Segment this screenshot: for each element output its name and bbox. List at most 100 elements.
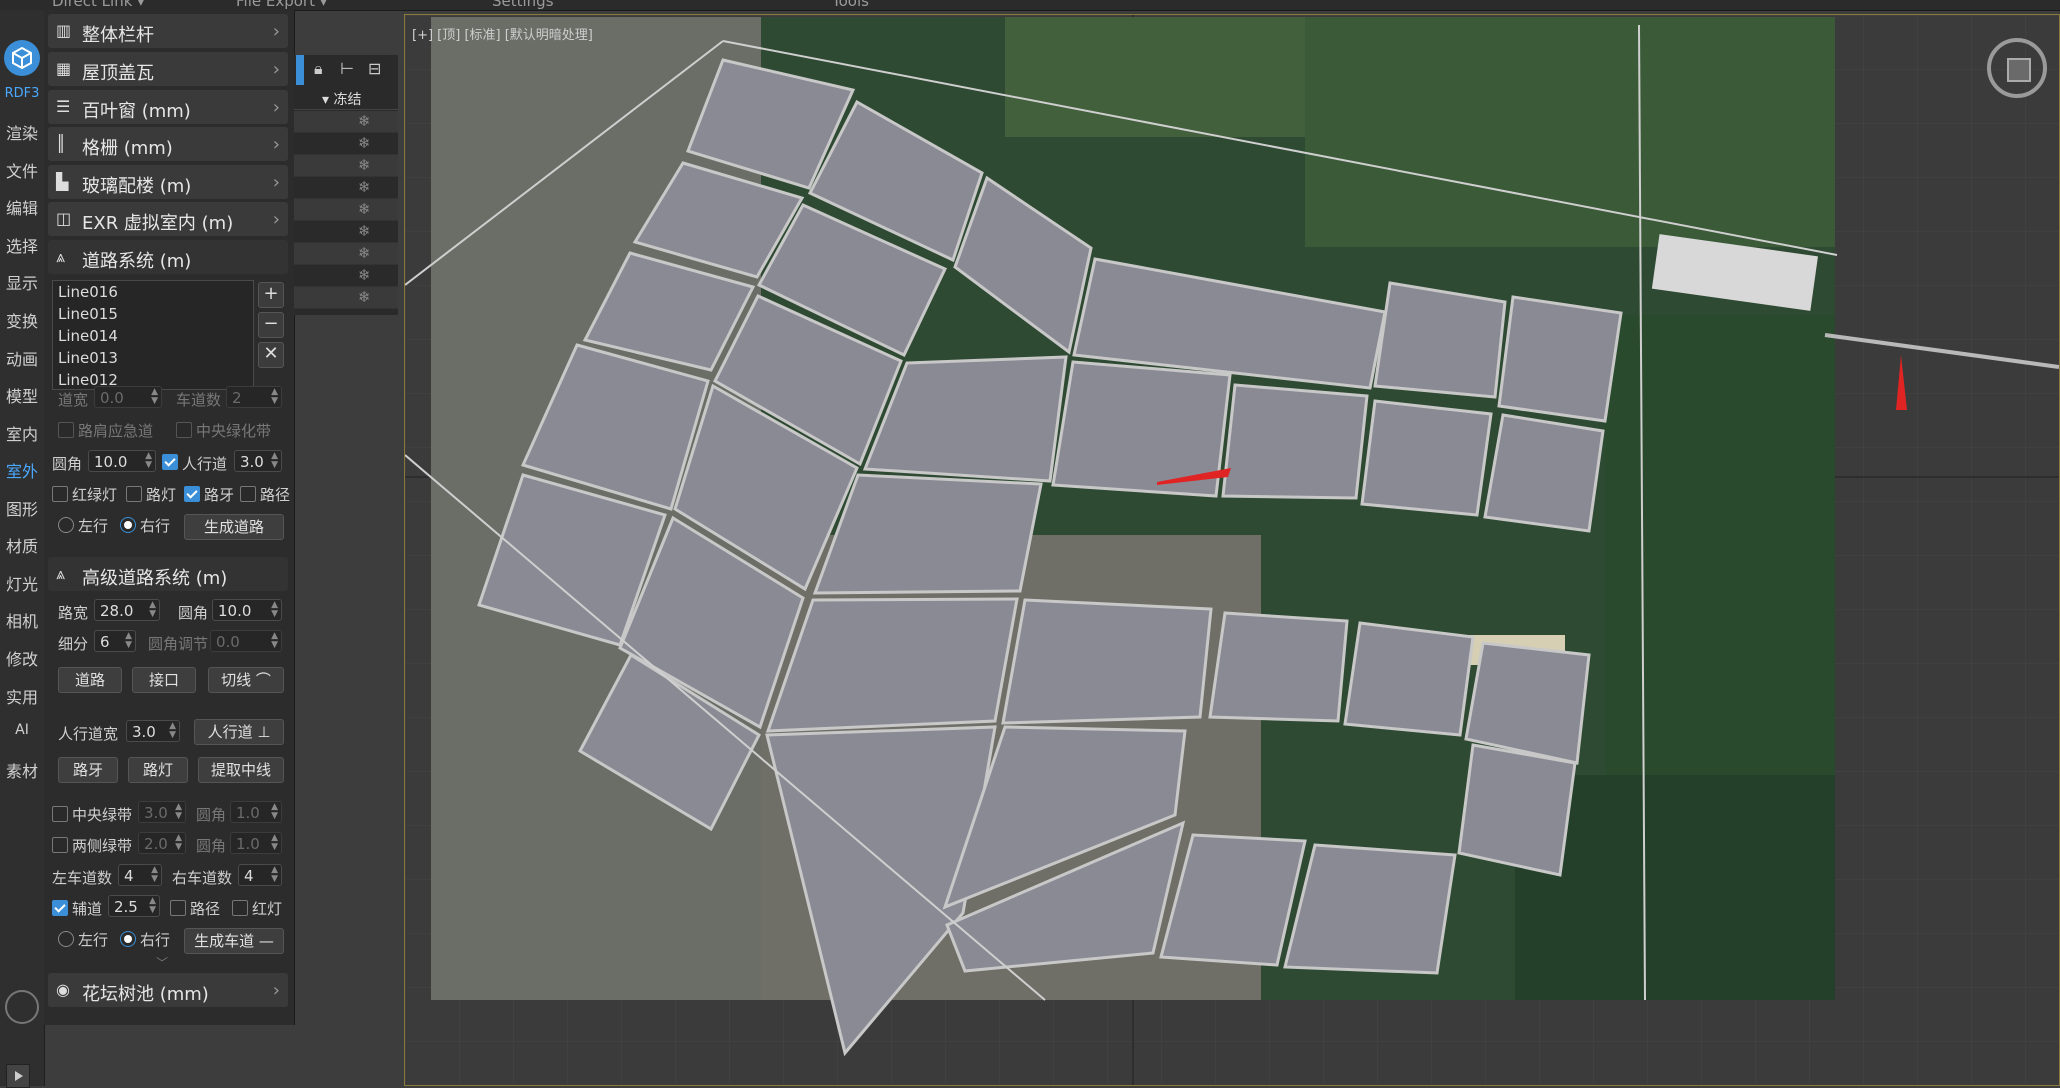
snowflake-icon[interactable]: ❄ — [358, 244, 371, 262]
snowflake-icon[interactable]: ❄ — [358, 288, 371, 306]
strip-item-modify[interactable]: 修改 — [0, 646, 44, 670]
viewport-canvas[interactable] — [405, 15, 2059, 1085]
strip-item-select[interactable]: 选择 — [0, 233, 44, 257]
snowflake-icon[interactable]: ❄ — [358, 156, 371, 174]
list-item[interactable]: Line016 — [53, 281, 253, 303]
snowflake-icon[interactable]: ❄ — [358, 112, 371, 130]
side-belt-checkbox[interactable] — [52, 837, 68, 853]
right-lanes-field[interactable]: 4 ▲ ▼ — [238, 864, 282, 886]
strip-item-exterior[interactable]: 室外 — [0, 458, 44, 482]
layer-row[interactable]: ❄ — [294, 221, 398, 243]
section-road-system[interactable]: ⩓ 道路系统 (m) — [48, 240, 288, 274]
layer-row[interactable]: ❄ — [294, 265, 398, 287]
menu-tools[interactable]: Tools — [832, 0, 869, 10]
section-glass-annex[interactable]: ▙ 玻璃配楼 (m) › — [48, 165, 288, 199]
strip-item-interior[interactable]: 室内 — [0, 421, 44, 445]
joint-button[interactable]: 接口 — [132, 667, 196, 693]
remove-line-button[interactable]: − — [258, 312, 284, 338]
layer-row[interactable]: ❄ — [294, 287, 398, 309]
clear-lines-button[interactable]: ✕ — [258, 342, 284, 368]
road-width-field[interactable]: 0.0 ▲ ▼ — [94, 386, 162, 408]
lanes-field[interactable]: 2 ▲ ▼ — [226, 386, 282, 408]
road-line-list[interactable]: Line016 Line015 Line014 Line013 Line012 — [52, 280, 254, 390]
section-roof-tile[interactable]: ▦ 屋顶盖瓦 › — [48, 52, 288, 86]
list-item[interactable]: Line015 — [53, 303, 253, 325]
list-item[interactable]: Line014 — [53, 325, 253, 347]
layer-row[interactable]: ❄ — [294, 133, 398, 155]
hierarchy-icon[interactable]: ⊢ — [340, 59, 354, 78]
corner-adjust-field[interactable]: 0.0 ▲ ▼ — [210, 630, 282, 652]
layer-row[interactable]: ❄ — [294, 199, 398, 221]
side-corner-field[interactable]: 1.0 ▲ ▼ — [230, 832, 282, 854]
adv-path-checkbox[interactable] — [170, 900, 186, 916]
strip-item-animation[interactable]: 动画 — [0, 346, 44, 370]
median-belt-checkbox[interactable] — [52, 806, 68, 822]
section-louver[interactable]: ☰ 百叶窗 (mm) › — [48, 90, 288, 124]
aux-road-field[interactable]: 2.5 ▲ ▼ — [108, 895, 160, 917]
gear-icon[interactable] — [5, 990, 39, 1024]
strip-item-transform[interactable]: 变换 — [0, 308, 44, 332]
section-advanced-road[interactable]: ⩓ 高级道路系统 (m) — [48, 557, 288, 591]
viewport-top[interactable] — [404, 14, 2060, 1086]
collapse-chevron-icon[interactable]: ﹀ — [156, 954, 168, 971]
left-lanes-field[interactable]: 4 ▲ ▼ — [118, 864, 162, 886]
path-checkbox[interactable] — [240, 486, 256, 502]
generate-lanes-button[interactable]: 生成车道 — — [184, 928, 284, 954]
layer-row[interactable]: ❄ — [294, 111, 398, 133]
strip-item-edit[interactable]: 编辑 — [0, 195, 44, 219]
menu-settings[interactable]: Settings — [492, 0, 554, 10]
strip-item-shape[interactable]: 图形 — [0, 496, 44, 520]
lock-icon[interactable]: 🔒︎ — [314, 59, 323, 79]
snowflake-icon[interactable]: ❄ — [358, 266, 371, 284]
section-exr-interior[interactable]: ◫ EXR 虚拟室内 (m) › — [48, 202, 288, 236]
snowflake-icon[interactable]: ❄ — [358, 178, 371, 196]
layer-row[interactable]: ❄ — [294, 177, 398, 199]
add-line-button[interactable]: + — [258, 282, 284, 308]
snowflake-icon[interactable]: ❄ — [358, 200, 371, 218]
median-belt-field[interactable]: 3.0 ▲ ▼ — [138, 801, 186, 823]
snowflake-icon[interactable]: ❄ — [358, 134, 371, 152]
snowflake-icon[interactable]: ❄ — [358, 222, 371, 240]
aux-road-checkbox[interactable] — [52, 900, 68, 916]
extract-centerline-button[interactable]: 提取中线 — [198, 757, 284, 783]
section-flower-bed[interactable]: ◉ 花坛树池 (mm) › — [48, 973, 288, 1007]
strip-item-material[interactable]: 材质 — [0, 533, 44, 557]
street-light-checkbox[interactable] — [126, 486, 142, 502]
strip-item-ai[interactable]: AI — [0, 722, 44, 738]
right-drive-radio[interactable] — [120, 517, 136, 533]
strip-item-assets[interactable]: 素材 — [0, 758, 44, 782]
shoulder-checkbox[interactable] — [58, 422, 74, 438]
viewcube-compass-icon[interactable] — [1987, 38, 2047, 98]
sidewalk-checkbox[interactable] — [162, 454, 178, 470]
freeze-column-header[interactable]: ▾ 冻结 — [322, 89, 361, 109]
menu-file-export[interactable]: File Export ▾ — [236, 0, 327, 10]
strip-item-model[interactable]: 模型 — [0, 383, 44, 407]
adv-right-drive-radio[interactable] — [120, 931, 136, 947]
corner-field[interactable]: 10.0 ▲ ▼ — [88, 450, 156, 472]
app-logo-icon[interactable] — [4, 40, 40, 76]
median-corner-field[interactable]: 1.0 ▲ ▼ — [230, 801, 282, 823]
generate-road-button[interactable]: 生成道路 — [184, 514, 284, 540]
adv-left-drive-radio[interactable] — [58, 931, 74, 947]
traffic-light-checkbox[interactable] — [52, 486, 68, 502]
road-button[interactable]: 道路 — [58, 667, 122, 693]
tree-icon[interactable]: ⊟ — [368, 59, 381, 78]
adv-subdiv-field[interactable]: 6 ▲ ▼ — [94, 630, 136, 652]
curb-button[interactable]: 路牙 — [58, 757, 118, 783]
adv-corner-field[interactable]: 10.0 ▲ ▼ — [212, 599, 282, 621]
list-item[interactable]: Line013 — [53, 347, 253, 369]
adv-width-field[interactable]: 28.0 ▲ ▼ — [94, 599, 160, 621]
tangent-button[interactable]: 切线 ⌒ — [208, 667, 284, 693]
sidewalk-width-field[interactable]: 3.0 ▲ ▼ — [126, 720, 180, 742]
strip-item-display[interactable]: 显示 — [0, 270, 44, 294]
sidewalk-button[interactable]: 人行道 ⊥ — [194, 719, 284, 745]
section-grille[interactable]: ║ 格栅 (mm) › — [48, 127, 288, 161]
lamp-button[interactable]: 路灯 — [128, 757, 188, 783]
strip-item-file[interactable]: 文件 — [0, 158, 44, 182]
curb-checkbox[interactable] — [184, 486, 200, 502]
play-icon[interactable] — [6, 1064, 30, 1088]
menu-direct-link[interactable]: Direct Link ▾ — [52, 0, 145, 10]
red-light-checkbox[interactable] — [232, 900, 248, 916]
strip-item-utility[interactable]: 实用 — [0, 684, 44, 708]
side-belt-field[interactable]: 2.0 ▲ ▼ — [138, 832, 186, 854]
